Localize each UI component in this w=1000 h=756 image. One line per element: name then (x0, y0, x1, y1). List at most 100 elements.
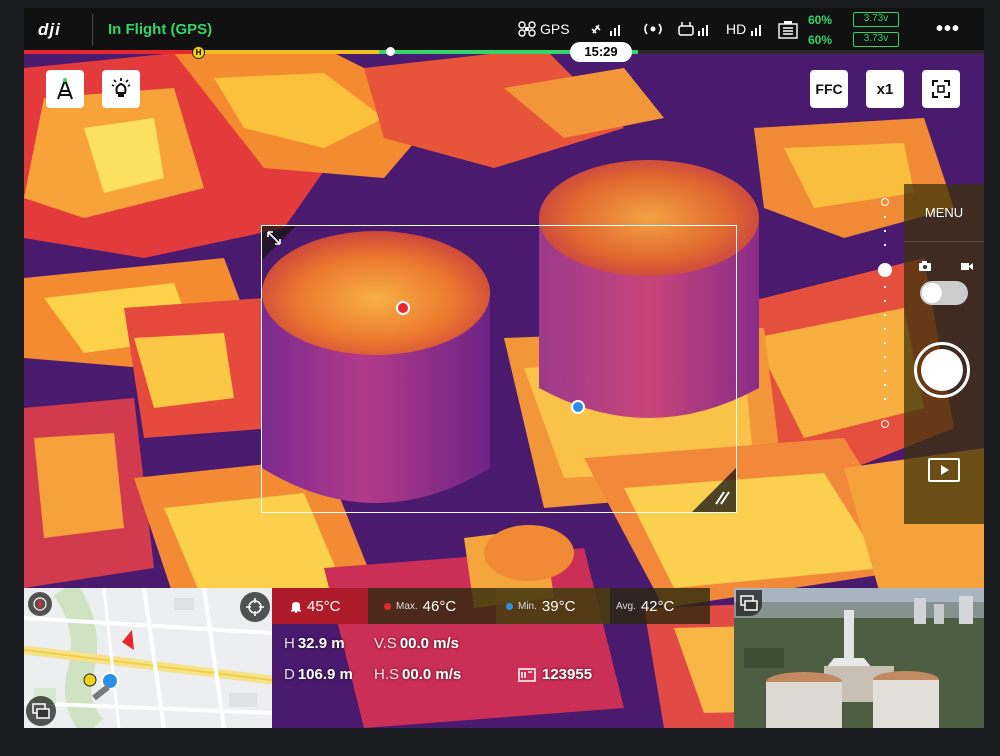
mini-map[interactable] (24, 588, 272, 728)
home-point-marker: H (192, 46, 205, 59)
distance-value: 106.9 m (297, 666, 353, 683)
more-menu-button[interactable]: ••• (936, 18, 960, 41)
zoom-slider-tick (884, 216, 886, 218)
battery-1-voltage: 3.73v (853, 12, 899, 27)
horizontal-speed-readout: H.S 00.0 m/s (374, 666, 461, 683)
current-position-dot (386, 47, 395, 56)
window-switch-icon (32, 703, 50, 719)
divider (92, 14, 93, 46)
flight-progress-bar (24, 50, 984, 54)
hs-label: H.S (374, 666, 400, 683)
camera-menu-button[interactable]: MENU (904, 184, 984, 242)
storage-value: 123955 (542, 666, 593, 683)
antenna-tower-icon (57, 78, 73, 100)
avg-temperature: Avg. 42°C (616, 588, 674, 624)
min-temperature-point (571, 400, 585, 414)
hs-value: 00.0 m/s (402, 666, 462, 683)
vertical-speed-readout: V.S 00.0 m/s (374, 635, 459, 652)
compass-button[interactable] (28, 592, 52, 616)
flight-status[interactable]: In Flight (GPS) (108, 21, 212, 38)
beacon-light-icon (111, 78, 131, 97)
video-icon[interactable] (960, 260, 974, 272)
wifi-signal[interactable] (642, 21, 664, 37)
max-temperature: Max. 46°C (384, 588, 456, 624)
height-label: H (284, 635, 295, 652)
signal-bars-icon (751, 25, 762, 36)
gps-label: GPS (540, 21, 570, 37)
zoom-slider-tick (884, 286, 886, 288)
remote-controller-signal[interactable] (678, 21, 712, 37)
zoom-slider-tick (884, 300, 886, 302)
gps-status[interactable]: GPS (518, 21, 570, 37)
shutter-inner (921, 349, 963, 391)
storage-readout: 123955 (518, 666, 592, 683)
zoom-slider-tick (884, 328, 886, 330)
progress-red-segment (24, 50, 197, 54)
temperature-readout-bar: 45°C Max. 46°C Min. 39°C Avg. 42°C (272, 588, 710, 624)
min-dot-icon (506, 602, 513, 610)
height-readout: H 32.9 m (284, 635, 345, 652)
photo-video-toggle[interactable] (920, 281, 968, 305)
zoom-slider-tick (884, 356, 886, 358)
zoom-slider-knob[interactable] (878, 263, 892, 277)
view-switch-button[interactable] (922, 70, 960, 108)
zoom-level-button[interactable]: x1 (866, 70, 904, 108)
preview-graphic (734, 588, 984, 728)
toggle-knob (922, 283, 942, 303)
controller-icon (678, 22, 708, 36)
area-measurement-box[interactable] (261, 225, 737, 513)
zoom-slider-tick (884, 384, 886, 386)
satellite-signal[interactable] (590, 21, 624, 37)
zoom-slider-top-end (881, 198, 889, 206)
vs-value: 00.0 m/s (399, 635, 460, 652)
battery-2-voltage: 3.73v (853, 32, 899, 47)
map-graphic (24, 588, 272, 728)
avg-value: 42°C (640, 597, 675, 615)
dji-logo: dji (38, 20, 61, 39)
temperature-alarm[interactable]: 45°C (272, 588, 368, 624)
height-value: 32.9 m (297, 635, 345, 652)
battery-2-percent: 60% (808, 33, 833, 47)
min-tag: Min. (518, 600, 537, 612)
shutter-button[interactable] (914, 342, 970, 398)
zoom-slider-tick (884, 230, 886, 232)
preview-switch-button[interactable] (736, 590, 762, 616)
flight-time: 15:29 (570, 42, 632, 62)
zoom-slider-tick (884, 342, 886, 344)
playback-icon (941, 465, 949, 475)
battery-status[interactable] (778, 21, 798, 39)
map-recenter-button[interactable] (240, 592, 270, 622)
drag-grip-icon (715, 491, 730, 505)
satellite-icon (591, 24, 620, 36)
zoom-slider[interactable] (878, 198, 892, 428)
playback-button[interactable] (928, 458, 960, 482)
hd-signal[interactable]: HD (726, 21, 764, 37)
hd-label: HD (726, 21, 747, 37)
zoom-slider-tick (884, 314, 886, 316)
drone-icon (518, 21, 536, 37)
signal-waves-icon (644, 23, 662, 35)
progress-yellow-segment (196, 50, 380, 54)
distance-label: D (284, 666, 295, 683)
zoom-slider-bottom-end (881, 420, 889, 428)
camera-control-panel: MENU (904, 184, 984, 524)
max-temperature-point (396, 301, 410, 315)
map-switch-button[interactable] (26, 696, 56, 726)
zoom-slider-tick (884, 370, 886, 372)
vs-label: V.S (374, 635, 397, 652)
zoom-slider-tick (884, 244, 886, 246)
avg-tag: Avg. (616, 600, 636, 612)
camera-icon[interactable] (918, 260, 932, 272)
min-value: 39°C (541, 597, 576, 615)
ffc-button[interactable]: FFC (810, 70, 848, 108)
zoom-slider-tick (884, 398, 886, 400)
window-switch-icon (740, 595, 758, 611)
tower-button[interactable] (46, 70, 84, 108)
view-switch-icon (932, 80, 950, 98)
dji-flight-screen: dji In Flight (GPS) GPS HD 60% 60% 3.73v… (24, 8, 984, 728)
crosshair-icon (246, 598, 264, 616)
capture-mode-row (918, 260, 974, 272)
visual-camera-preview[interactable] (734, 588, 984, 728)
beacon-button[interactable] (102, 70, 140, 108)
alarm-temperature: 45°C (307, 597, 341, 615)
